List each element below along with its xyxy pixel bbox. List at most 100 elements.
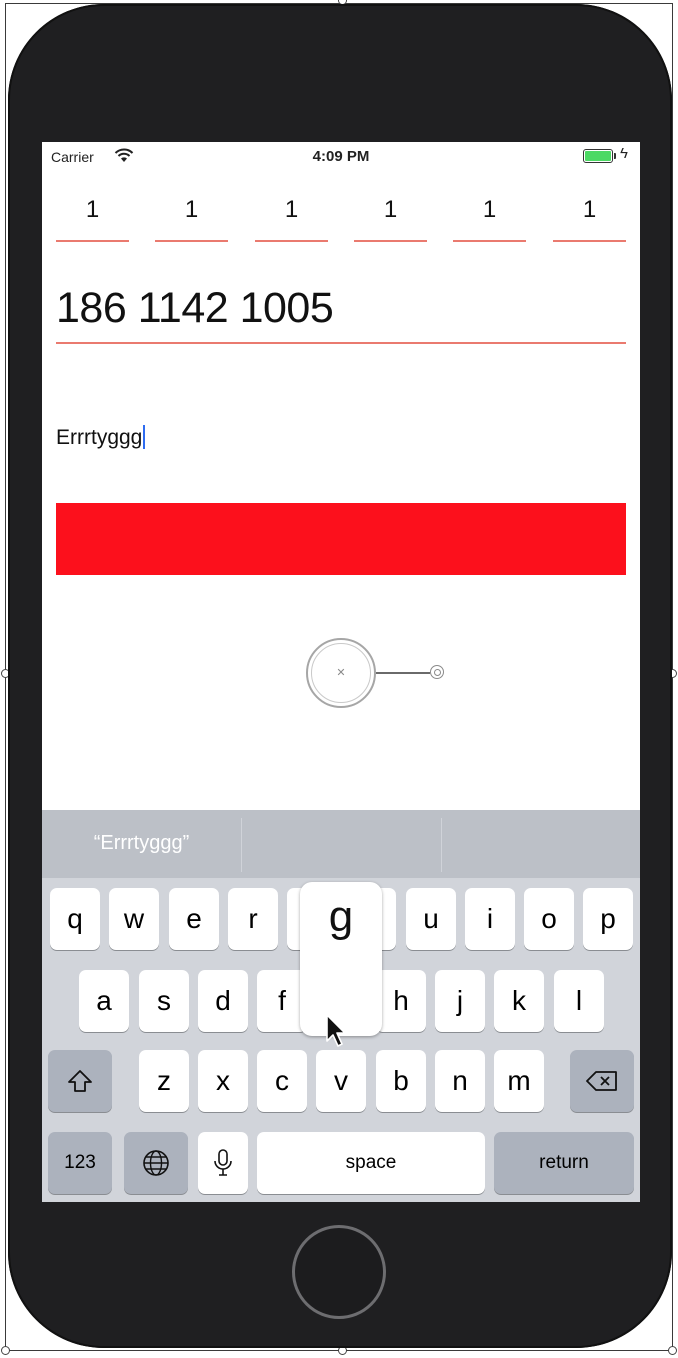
code-cell-1[interactable]: 1	[56, 190, 129, 242]
key-label: z	[157, 1065, 171, 1096]
code-cell-2[interactable]: 1	[155, 190, 228, 242]
key-label: i	[486, 903, 494, 934]
numbers-key[interactable]: 123	[48, 1132, 112, 1194]
key-w[interactable]: w	[109, 888, 159, 950]
key-b[interactable]: b	[376, 1050, 426, 1112]
key-a[interactable]: a	[79, 970, 129, 1032]
code-underline	[354, 240, 427, 242]
code-digit: 1	[284, 196, 299, 223]
key-label: s	[157, 985, 171, 1016]
key-label: q	[67, 903, 83, 934]
key-s[interactable]: s	[139, 970, 189, 1032]
key-r[interactable]: r	[228, 888, 278, 950]
key-l[interactable]: l	[554, 970, 604, 1032]
key-label: p	[600, 903, 616, 934]
key-i[interactable]: i	[465, 888, 515, 950]
key-label: v	[334, 1065, 348, 1096]
key-label: 123	[64, 1152, 96, 1173]
phone-number-field[interactable]: 186 1142 1005	[56, 278, 626, 344]
microphone-icon	[214, 1149, 232, 1176]
key-label: return	[539, 1152, 589, 1173]
key-k[interactable]: k	[494, 970, 544, 1032]
key-n[interactable]: n	[435, 1050, 485, 1112]
status-time: 4:09 PM	[312, 148, 370, 165]
delete-key[interactable]	[570, 1050, 634, 1112]
code-cell-6[interactable]: 1	[553, 190, 626, 242]
code-cell-5[interactable]: 1	[453, 190, 526, 242]
return-key[interactable]: return	[494, 1132, 634, 1194]
key-m[interactable]: m	[494, 1050, 544, 1112]
suggestion-bar: “Errrtyggg”	[42, 810, 640, 878]
battery-level	[585, 151, 611, 161]
touch-end-point	[430, 665, 444, 679]
key-label: d	[215, 985, 231, 1016]
key-label: h	[393, 985, 409, 1016]
key-label: o	[541, 903, 557, 934]
space-key[interactable]: space	[257, 1132, 485, 1194]
key-label: c	[275, 1065, 289, 1096]
key-preview-letter: g	[328, 892, 354, 941]
shift-icon	[68, 1070, 92, 1092]
key-label: r	[248, 903, 258, 934]
suggestion-1[interactable]: “Errrtyggg”	[42, 810, 241, 878]
phone-number-value: 186 1142 1005	[56, 284, 334, 332]
mouse-pointer-icon	[326, 1014, 346, 1047]
key-label: a	[96, 985, 112, 1016]
submit-button[interactable]	[56, 503, 626, 575]
key-h[interactable]: h	[376, 970, 426, 1032]
code-digit: 1	[383, 196, 398, 223]
code-underline	[56, 240, 129, 242]
resize-handle-bottom-right[interactable]	[668, 1346, 677, 1355]
verification-code-row: 1 1 1 1 1 1	[56, 190, 626, 242]
key-label: e	[186, 903, 202, 934]
key-label: l	[575, 985, 583, 1016]
key-d[interactable]: d	[198, 970, 248, 1032]
code-cell-4[interactable]: 1	[354, 190, 427, 242]
globe-icon	[143, 1150, 169, 1176]
key-x[interactable]: x	[198, 1050, 248, 1112]
key-q[interactable]: q	[50, 888, 100, 950]
key-z[interactable]: z	[139, 1050, 189, 1112]
key-label: u	[423, 903, 439, 934]
keyboard: “Errrtyggg” q w e r t y u i o p a s d f …	[42, 810, 640, 1202]
battery-tip	[614, 153, 616, 159]
text-caret	[143, 425, 146, 449]
code-digit: 1	[85, 196, 100, 223]
code-underline	[453, 240, 526, 242]
dictation-key[interactable]	[198, 1132, 248, 1194]
key-label: j	[456, 985, 464, 1016]
key-label: w	[123, 903, 145, 934]
key-label: x	[216, 1065, 230, 1096]
code-underline	[255, 240, 328, 242]
key-j[interactable]: j	[435, 970, 485, 1032]
code-underline	[553, 240, 626, 242]
touch-connector	[376, 672, 430, 674]
suggestion-2[interactable]	[242, 810, 441, 878]
key-c[interactable]: c	[257, 1050, 307, 1112]
text-input-value: Errrtyggg	[56, 426, 143, 449]
charging-icon: ϟ	[620, 145, 628, 162]
shift-key[interactable]	[48, 1050, 112, 1112]
key-label: f	[278, 985, 286, 1016]
key-label: k	[512, 985, 526, 1016]
delete-icon	[586, 1071, 617, 1091]
globe-key[interactable]	[124, 1132, 188, 1194]
code-underline	[155, 240, 228, 242]
phone-underline	[56, 342, 626, 344]
key-e[interactable]: e	[169, 888, 219, 950]
code-digit: 1	[184, 196, 199, 223]
status-bar: Carrier 4:09 PM ϟ	[42, 142, 640, 170]
code-cell-3[interactable]: 1	[255, 190, 328, 242]
key-u[interactable]: u	[406, 888, 456, 950]
suggestion-3[interactable]	[442, 810, 640, 878]
home-button[interactable]	[292, 1225, 386, 1319]
key-p[interactable]: p	[583, 888, 633, 950]
touch-center-icon: ✕	[336, 667, 346, 679]
key-label: b	[393, 1065, 409, 1096]
resize-handle-bottom-left[interactable]	[1, 1346, 10, 1355]
text-input-field[interactable]: Errrtyggg	[56, 422, 626, 454]
code-digit: 1	[482, 196, 497, 223]
key-label: space	[345, 1152, 397, 1173]
key-o[interactable]: o	[524, 888, 574, 950]
key-v[interactable]: v	[316, 1050, 366, 1112]
